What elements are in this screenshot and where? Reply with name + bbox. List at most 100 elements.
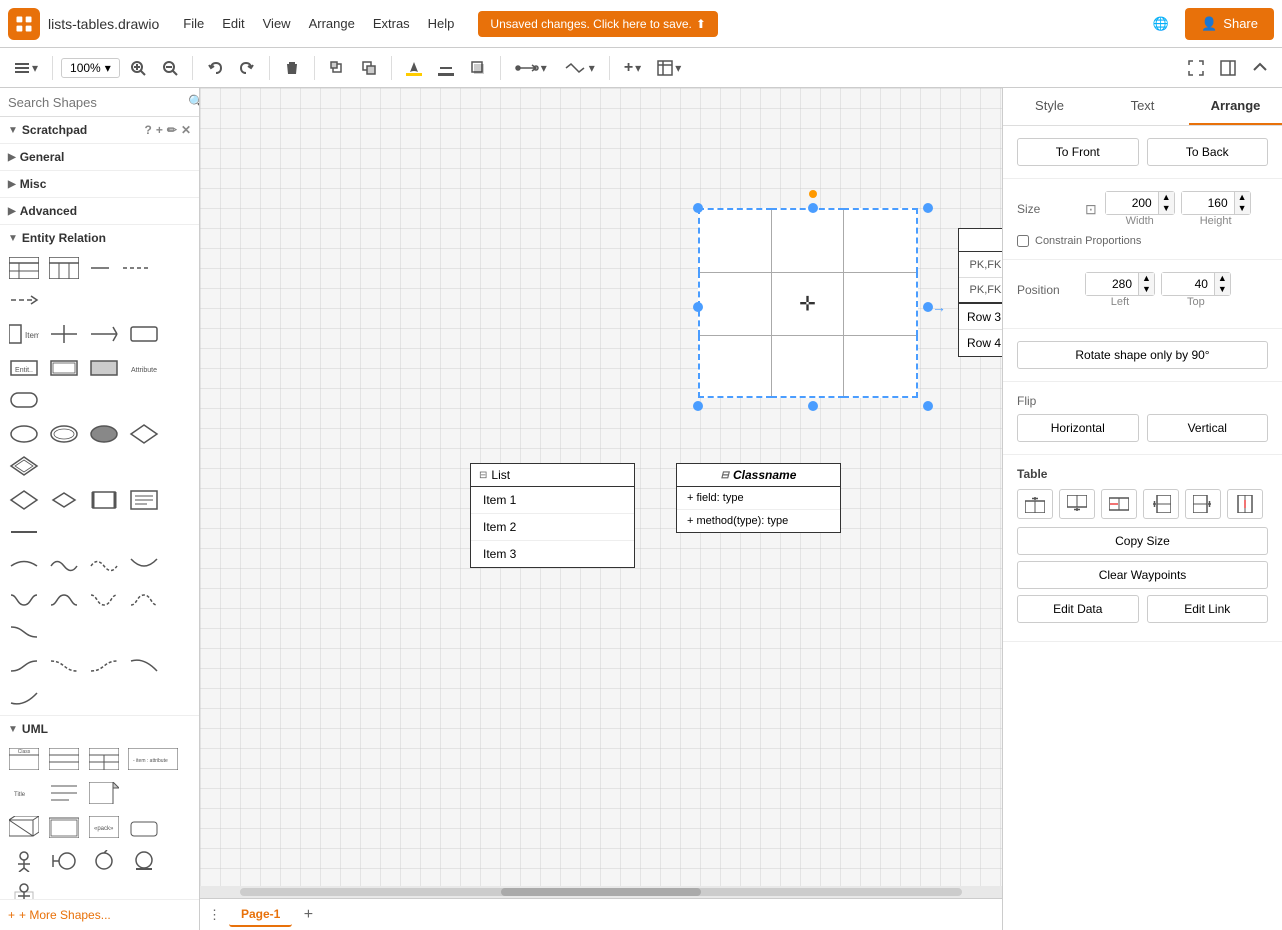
scrollbar-thumb[interactable]	[501, 888, 701, 896]
er-curl2[interactable]	[46, 586, 82, 614]
zoom-out-button[interactable]	[156, 56, 184, 80]
er-curl5[interactable]	[6, 618, 42, 646]
waypoint-button[interactable]: ▾	[557, 56, 601, 80]
selection-handle-ml[interactable]	[693, 302, 703, 312]
er-item-label-shape[interactable]: Item	[6, 320, 42, 348]
canvas[interactable]: → ✛	[200, 88, 1002, 898]
selection-handle-bm[interactable]	[808, 401, 818, 411]
left-input[interactable]	[1086, 273, 1138, 295]
top-up-button[interactable]: ▲	[1215, 273, 1230, 284]
edit-link-button[interactable]: Edit Link	[1147, 595, 1269, 623]
uml-note1[interactable]: Title	[6, 779, 42, 807]
canvas-scrollbar[interactable]	[200, 886, 1002, 898]
er-shape4[interactable]	[126, 320, 162, 348]
uml-boundary[interactable]	[46, 847, 82, 875]
class-item-1[interactable]: + field: type	[677, 487, 840, 510]
selection-handle-bl[interactable]	[693, 401, 703, 411]
uml-control[interactable]	[86, 847, 122, 875]
uml-header[interactable]: ▼ UML	[0, 716, 199, 742]
db-table-row-2[interactable]: PK,FK2 Row 2	[959, 278, 1002, 304]
rotate-button[interactable]: Rotate shape only by 90°	[1017, 341, 1268, 369]
share-button[interactable]: 👤 Share	[1185, 8, 1274, 40]
uml-class1[interactable]: Class	[6, 745, 42, 773]
er-s5[interactable]	[6, 684, 42, 712]
height-up-button[interactable]: ▲	[1235, 192, 1250, 203]
to-back-button[interactable]: To Back	[1147, 138, 1269, 166]
er-bracket-shape[interactable]	[86, 486, 122, 514]
er-weak-shape[interactable]	[86, 354, 122, 382]
er-entity2-shape[interactable]	[46, 354, 82, 382]
uml-actor2[interactable]	[6, 879, 42, 899]
advanced-header[interactable]: ▶ Advanced	[0, 198, 199, 224]
class-item-2[interactable]: + method(type): type	[677, 510, 840, 532]
top-input[interactable]	[1162, 273, 1214, 295]
er-line2-shape[interactable]	[6, 518, 42, 546]
fill-color-button[interactable]	[400, 56, 428, 80]
selection-handle-mr[interactable]	[923, 302, 933, 312]
rotate-handle[interactable]	[809, 190, 817, 198]
er-fork-shape[interactable]	[86, 320, 122, 348]
class-shape[interactable]: ⊟ Classname + field: type + method(type)…	[676, 463, 841, 533]
selection-handle-tl[interactable]	[693, 203, 703, 213]
clear-waypoints-button[interactable]: Clear Waypoints	[1017, 561, 1268, 589]
er-attr-shape[interactable]: Attribute	[126, 354, 162, 382]
collapse-button[interactable]	[1246, 56, 1274, 80]
insert-col-right-button[interactable]	[1185, 489, 1221, 519]
uml-class2[interactable]	[46, 745, 82, 773]
add-shape-button[interactable]: + ▾	[618, 55, 647, 81]
er-s4[interactable]	[126, 652, 162, 680]
selection-handle-tm[interactable]	[808, 203, 818, 213]
uml-note3[interactable]	[86, 779, 122, 807]
er-connector-shape[interactable]	[46, 320, 82, 348]
to-front-toolbar-button[interactable]	[323, 56, 351, 80]
search-input[interactable]	[8, 95, 184, 110]
sidebar-toggle-button[interactable]: ▾	[8, 56, 44, 80]
uml-class4[interactable]: - item : attribute	[126, 745, 180, 773]
scratchpad-add-icon[interactable]: +	[156, 123, 163, 137]
er-s2[interactable]	[46, 652, 82, 680]
shadow-button[interactable]	[464, 56, 492, 80]
constrain-checkbox[interactable]	[1017, 235, 1029, 247]
copy-size-button[interactable]: Copy Size	[1017, 527, 1268, 555]
height-down-button[interactable]: ▼	[1235, 203, 1250, 214]
er-curl4[interactable]	[126, 586, 162, 614]
menu-view[interactable]: View	[255, 12, 299, 35]
uml-node2[interactable]	[46, 813, 82, 841]
left-down-button[interactable]: ▼	[1139, 284, 1154, 295]
list-item-3[interactable]: Item 3	[471, 541, 634, 567]
menu-help[interactable]: Help	[420, 12, 463, 35]
db-table-row-4[interactable]: Row 4	[959, 330, 1002, 356]
format-panel-button[interactable]	[1214, 56, 1242, 80]
page-more-icon[interactable]: ⋮	[208, 907, 221, 923]
er-conn1[interactable]	[6, 552, 42, 580]
er-table-shape[interactable]	[6, 254, 42, 282]
delete-button[interactable]	[278, 56, 306, 80]
top-down-button[interactable]: ▼	[1215, 284, 1230, 295]
delete-col-button[interactable]	[1227, 489, 1263, 519]
er-ellipse3-shape[interactable]	[86, 420, 122, 448]
selection-handle-br[interactable]	[923, 401, 933, 411]
flip-horizontal-button[interactable]: Horizontal	[1017, 414, 1139, 442]
tab-text[interactable]: Text	[1096, 88, 1189, 125]
insert-row-above-button[interactable]	[1017, 489, 1053, 519]
tab-arrange[interactable]: Arrange	[1189, 88, 1282, 125]
tab-style[interactable]: Style	[1003, 88, 1096, 125]
er-diamond3-shape[interactable]	[6, 486, 42, 514]
more-shapes-button[interactable]: + + More Shapes...	[0, 899, 199, 930]
selection-handle-tr[interactable]	[923, 203, 933, 213]
uml-node4[interactable]	[126, 813, 162, 841]
flip-vertical-button[interactable]: Vertical	[1147, 414, 1269, 442]
line-color-button[interactable]	[432, 56, 460, 80]
general-header[interactable]: ▶ General	[0, 144, 199, 170]
uml-entity[interactable]	[126, 847, 162, 875]
db-table-shape[interactable]: ⊟ Table PK,FK1 Row 1 PK,FK2 Row 2 Row 3 …	[958, 228, 1002, 357]
er-diamond1-shape[interactable]	[126, 420, 162, 448]
editing-table-grid[interactable]: ✛	[698, 208, 918, 398]
menu-file[interactable]: File	[175, 12, 212, 35]
er-arrow-line-shape[interactable]	[6, 286, 42, 314]
er-line-shape[interactable]	[86, 254, 114, 282]
db-table-row-1[interactable]: PK,FK1 Row 1	[959, 252, 1002, 278]
uml-node1[interactable]	[6, 813, 42, 841]
er-rect-shape[interactable]	[6, 386, 42, 414]
delete-row-button[interactable]	[1101, 489, 1137, 519]
